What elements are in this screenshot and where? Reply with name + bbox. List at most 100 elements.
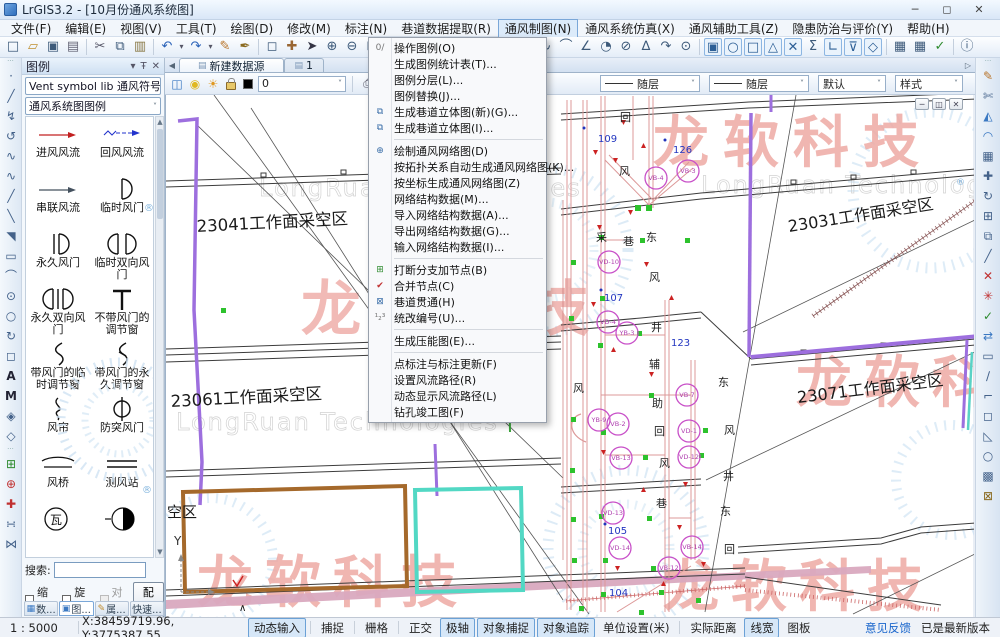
rounded-rect-icon[interactable]: ◻ [0, 346, 22, 366]
menu-modify[interactable]: 修改(M) [280, 19, 338, 38]
menu-item-operate-legend[interactable]: 0/ 操作图例(O) [369, 40, 546, 56]
menu-item-point-annotation-update[interactable]: 点标注与标注更新(F) [369, 356, 546, 372]
lineweight-select[interactable]: 默认 ˅ [818, 75, 886, 92]
scale-icon[interactable]: ⊞ [976, 206, 1000, 226]
revision-tool-icon[interactable]: ↺ [0, 126, 22, 146]
legend-symbol-air-bridge[interactable]: 风桥 [26, 447, 90, 502]
snap-circle-toggle[interactable]: ○ [724, 38, 742, 56]
format-painter-icon[interactable]: ✎ [215, 38, 235, 56]
mdi-restore-button[interactable]: ◫ [932, 98, 946, 110]
pan-icon[interactable]: ✚ [282, 38, 302, 56]
legend-symbol-temp-airdoor[interactable]: 临时风门 [90, 172, 154, 227]
snap-square-toggle[interactable]: □ [744, 38, 762, 56]
snap-diamond-toggle[interactable]: ◇ [864, 38, 882, 56]
scroll-down-icon[interactable]: ▼ [156, 548, 164, 556]
snap-node-toggle[interactable]: ▣ [704, 38, 722, 56]
tab-scroll-left-icon[interactable]: ◀ [165, 61, 179, 72]
menu-item-draw-vent-network[interactable]: ⊕ 绘制通风网络图(D) [369, 143, 546, 159]
menu-tools[interactable]: 工具(T) [169, 19, 224, 38]
zoom-out-icon[interactable]: ⊖ [342, 38, 362, 56]
info-icon[interactable]: ⓘ [957, 38, 977, 56]
panel-pin-icon[interactable]: Ŧ [141, 61, 147, 72]
tab-scroll-right-icon[interactable]: ▷ [961, 61, 975, 72]
toggle-object-snap[interactable]: 对象捕捉 [477, 618, 535, 637]
legend-symbol-perm-bidirectional-airdoor[interactable]: 永久双向风门 [26, 282, 90, 337]
cut-icon[interactable]: ✂ [90, 38, 110, 56]
erase-icon[interactable]: ✄ [976, 86, 1000, 106]
paste-icon[interactable]: ▥ [130, 38, 150, 56]
segment2-tool-icon[interactable]: ╲ [0, 206, 22, 226]
menu-item-input-network-data[interactable]: 输入网络结构数据(I)... [369, 239, 546, 255]
menu-ventilation-simulation[interactable]: 通风系统仿真(X) [578, 19, 682, 38]
menu-item-tunnel-connect[interactable]: ⊠ 巷道贯通(H) [369, 294, 546, 310]
fillet-icon[interactable]: ◠ [976, 126, 1000, 146]
chamfer-icon[interactable]: ◺ [976, 426, 1000, 446]
center-point-icon[interactable]: ⊙ [676, 38, 696, 56]
toggle-ortho[interactable]: 正交 [403, 618, 438, 637]
symbol-library-select[interactable]: Vent symbol lib 通风符号库 ˅ [25, 77, 161, 95]
insert-node-icon[interactable]: ⊕ [0, 474, 22, 494]
legend-symbol-intake-airflow[interactable]: 进风风流 [26, 117, 90, 172]
menu-item-legend-layering[interactable]: 图例分层(L)... [369, 72, 546, 88]
circle-tool-icon[interactable]: ○ [0, 306, 22, 326]
move-node-icon[interactable]: ✚ [0, 494, 22, 514]
toolbar-grip2[interactable]: ··· [0, 446, 21, 454]
cursor-icon[interactable]: ➤ [302, 38, 322, 56]
freehand-tool-icon[interactable]: ∿ [0, 166, 22, 186]
toolbar-grip[interactable]: ··· [976, 58, 1000, 66]
marquee-select-icon[interactable]: ◻ [262, 38, 282, 56]
toggle-actual-distance[interactable]: 实际距离 [684, 618, 742, 637]
rectangle-tool-icon[interactable]: ▭ [0, 246, 22, 266]
snap-tangent-toggle[interactable]: ⊽ [844, 38, 862, 56]
legend-symbol-gas-check[interactable]: 瓦 [26, 502, 90, 557]
minimize-button[interactable]: ─ [906, 3, 924, 16]
copy-icon[interactable]: ⧉ [110, 38, 130, 56]
menu-ventilation-drawing[interactable]: 通风制图(N) [498, 19, 578, 38]
undo-dropdown-icon[interactable]: ▾ [177, 38, 186, 56]
trim-icon[interactable]: ▭ [976, 346, 1000, 366]
save-icon[interactable]: ▣ [43, 38, 63, 56]
panel-tab-data[interactable]: ▦ 数... [24, 601, 58, 616]
legend-symbol-temp-bidirectional-airdoor[interactable]: 临时双向风门 [90, 227, 154, 282]
menu-item-legend-statistics[interactable]: 生成图例统计表(T)... [369, 56, 546, 72]
spline-tool-icon[interactable]: ∿ [0, 146, 22, 166]
copy-object-icon[interactable]: ⧉ [976, 226, 1000, 246]
mdi-minimize-button[interactable]: ─ [915, 98, 929, 110]
linetype-select-2[interactable]: 随层 ˅ [709, 75, 809, 92]
current-layer-select[interactable]: 0 ˅ [258, 76, 346, 92]
mirror-icon[interactable]: ◭ [976, 106, 1000, 126]
clock-icon[interactable]: ◔ [596, 38, 616, 56]
snap-triangle-toggle[interactable]: △ [764, 38, 782, 56]
add-node-icon[interactable]: ⊞ [0, 454, 22, 474]
menu-item-generate-pressure-diagram[interactable]: 生成压能图(E)... [369, 333, 546, 349]
rect-edit-icon[interactable]: ◻ [976, 406, 1000, 426]
close-button[interactable]: ✕ [970, 3, 988, 16]
point-tool-icon[interactable]: · [0, 66, 22, 86]
feedback-link[interactable]: 意见反馈 [865, 620, 911, 636]
arc2-tool-icon[interactable]: ↷ [656, 38, 676, 56]
polygon-tool-icon[interactable]: ◥ [0, 226, 22, 246]
menu-item-borehole-completion-drawing[interactable]: 钻孔竣工图(F) [369, 404, 546, 420]
circle-edit-icon[interactable]: ○ [976, 446, 1000, 466]
toolbar-grip[interactable]: ··· [0, 58, 21, 66]
panel-menu-icon[interactable]: ▾ [130, 61, 135, 72]
legend-symbol-temp-regulator-door[interactable]: 带风门的临时调节窗 [26, 337, 90, 392]
menu-item-export-network-data[interactable]: 导出网络结构数据(G)... [369, 223, 546, 239]
menu-item-3d-tunnel-new[interactable]: ⧉ 生成巷道立体图(新)(G)... [369, 104, 546, 120]
mdi-close-button[interactable]: ✕ [949, 98, 963, 110]
grid-b-icon[interactable]: ▦ [910, 38, 930, 56]
grid-a-icon[interactable]: ▦ [890, 38, 910, 56]
polyline-tool-icon[interactable]: ↯ [0, 106, 22, 126]
menu-item-3d-tunnel[interactable]: ⧉ 生成巷道立体图(I)... [369, 120, 546, 136]
menu-view[interactable]: 视图(V) [113, 19, 169, 38]
toggle-dynamic-input[interactable]: 动态输入 [248, 618, 306, 637]
menu-item-legend-replace[interactable]: 图例替换(J)... [369, 88, 546, 104]
symbol-list[interactable]: ® ® 进风风流 回风风流 串联 [25, 116, 154, 558]
legend-symbol-wind-measuring-station[interactable]: 测风站 [90, 447, 154, 502]
layer-lock-icon[interactable] [226, 82, 236, 90]
region-tool-icon[interactable]: ◇ [0, 426, 22, 446]
triangle-tool-icon[interactable]: ∆ [636, 38, 656, 56]
menu-item-merge-nodes[interactable]: ✔ 合并节点(C) [369, 278, 546, 294]
angle-measure-icon[interactable]: ∠ [576, 38, 596, 56]
check-icon[interactable]: ✓ [976, 306, 1000, 326]
